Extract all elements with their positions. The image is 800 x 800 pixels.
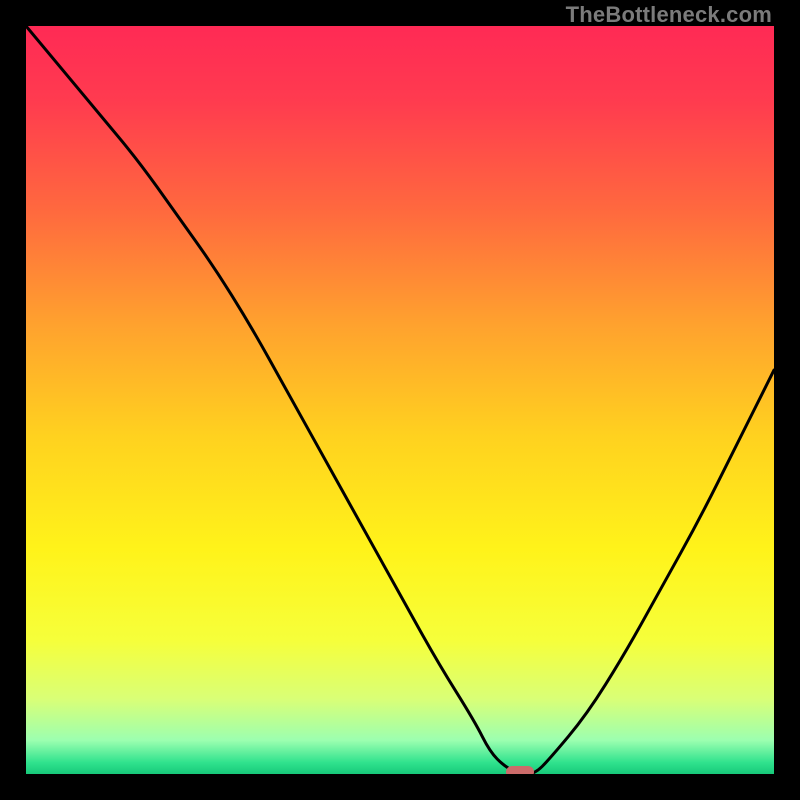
bottleneck-curve: [26, 26, 774, 774]
chart-stage: TheBottleneck.com: [0, 0, 800, 800]
plot-area: [26, 26, 774, 774]
optimum-marker: [506, 766, 534, 774]
watermark-text: TheBottleneck.com: [566, 2, 772, 28]
